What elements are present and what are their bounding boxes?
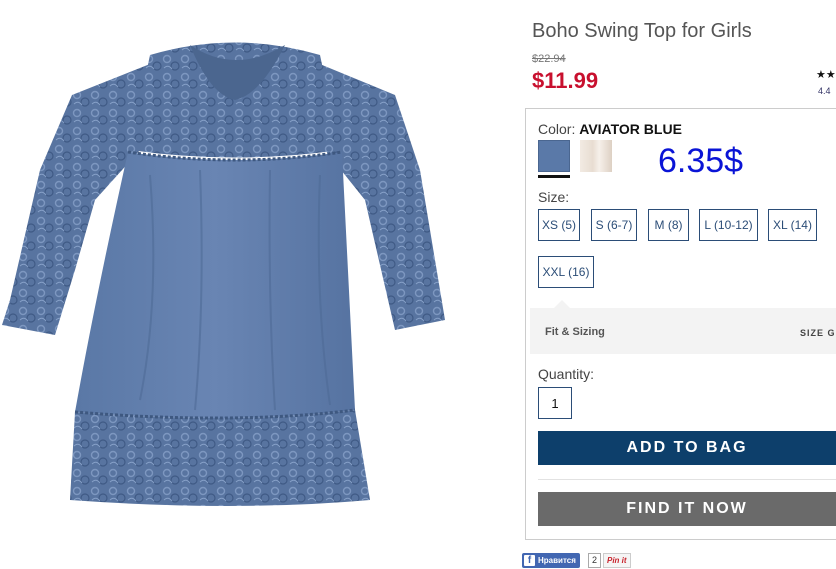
facebook-icon: f <box>524 555 535 566</box>
add-to-bag-button[interactable]: ADD TO BAG <box>538 431 836 465</box>
product-title: Boho Swing Top for Girls <box>532 20 752 42</box>
add-to-bag-label: ADD TO BAG <box>626 439 748 456</box>
rating-value[interactable]: 4.4 <box>818 86 831 96</box>
fit-caret <box>554 300 570 308</box>
size-option-l[interactable]: L (10-12) <box>699 209 758 241</box>
find-it-now-button[interactable]: FIND IT NOW <box>538 492 836 526</box>
selected-swatch-indicator <box>538 175 570 178</box>
sale-price: $11.99 <box>532 68 599 93</box>
size-option-xl[interactable]: XL (14) <box>768 209 817 241</box>
swatch-ivory[interactable] <box>580 140 612 172</box>
size-option-xs[interactable]: XS (5) <box>538 209 580 241</box>
size-option-m[interactable]: M (8) <box>648 209 689 241</box>
color-label-text: Color: <box>538 121 576 137</box>
pinterest-pin-button[interactable]: Pin it <box>603 553 631 568</box>
size-guide-link[interactable]: SIZE GI <box>800 328 836 338</box>
facebook-like-button[interactable]: f Нравится <box>522 553 580 568</box>
product-image <box>2 42 445 506</box>
rating-stars-icon[interactable]: ★★ <box>816 68 836 81</box>
divider <box>538 479 836 480</box>
size-label: Size: <box>538 189 570 205</box>
color-label: Color: AVIATOR BLUE <box>538 121 682 137</box>
selected-color: AVIATOR BLUE <box>579 121 682 137</box>
quantity-input[interactable]: 1 <box>538 387 572 419</box>
size-option-s[interactable]: S (6-7) <box>591 209 637 241</box>
body <box>75 152 355 419</box>
price-annotation: 6.35$ <box>658 142 744 180</box>
fit-sizing-label[interactable]: Fit & Sizing <box>545 326 605 338</box>
find-it-now-label: FIND IT NOW <box>626 500 748 517</box>
swatch-aviator-blue[interactable] <box>538 140 570 172</box>
size-option-xxl[interactable]: XXL (16) <box>538 256 594 288</box>
hem-lace <box>70 410 370 506</box>
facebook-like-count: 2 <box>588 553 602 568</box>
facebook-like-label: Нравится <box>538 556 576 565</box>
quantity-label: Quantity: <box>538 366 595 382</box>
original-price: $22.94 <box>532 53 566 65</box>
